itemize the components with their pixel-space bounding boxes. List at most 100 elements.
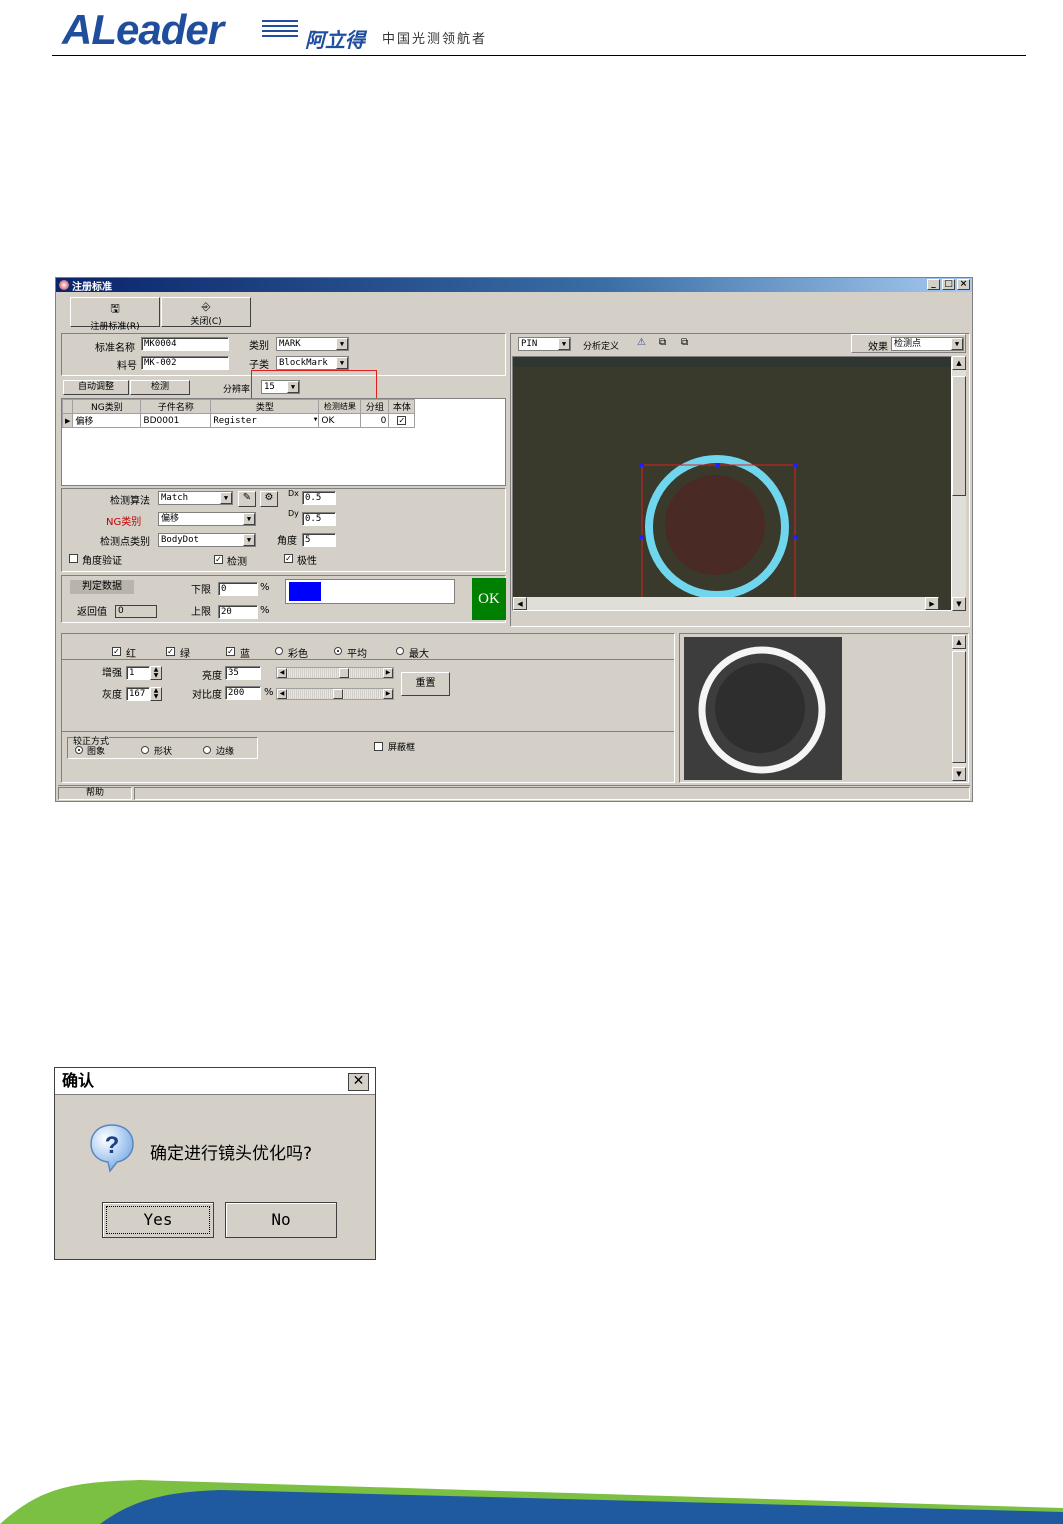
slider-right-icon[interactable]: ▶ (383, 668, 393, 678)
dark-center (665, 475, 765, 575)
tab-detect[interactable]: 检测 (130, 380, 190, 395)
mask-checkbox[interactable] (374, 742, 383, 751)
preview-scrollbar[interactable]: ▲ ▼ (952, 635, 966, 781)
yes-button[interactable]: Yes (102, 1202, 214, 1238)
chevron-down-icon[interactable]: ▼ (220, 492, 232, 504)
cell-ng[interactable]: 偏移 (72, 413, 142, 428)
pin-select[interactable]: PIN ▼ (518, 337, 571, 351)
gray-spinner[interactable]: ▲ ▼ (150, 687, 162, 701)
judge-data-tab[interactable]: 判定数据 (70, 580, 134, 594)
return-label: 返回值 (77, 607, 107, 618)
enhance-spinner[interactable]: ▲ ▼ (150, 666, 162, 680)
red-checkbox[interactable]: ✓ (112, 647, 121, 656)
copy-icon[interactable]: ⧉ (659, 337, 666, 348)
chevron-down-icon[interactable]: ▼ (558, 338, 570, 350)
dx-field[interactable]: 0.5 (302, 491, 336, 505)
close-button[interactable]: ⎆ 关闭(C) (161, 297, 251, 327)
col-name[interactable]: 子件名称 (140, 399, 212, 414)
point-type-select[interactable]: BodyDot ▼ (158, 533, 256, 547)
angle-verify-checkbox[interactable] (69, 554, 78, 563)
std-name-field[interactable]: MK0004 (141, 337, 229, 351)
col-body[interactable]: 本体 (388, 399, 416, 414)
polarity-checkbox[interactable]: ✓ (284, 554, 293, 563)
close-window-button[interactable]: × (957, 279, 970, 290)
col-ng[interactable]: NG类别 (72, 399, 142, 414)
brightness-slider[interactable]: ◀ ▶ (276, 667, 394, 679)
analysis-label: 分析定义 (583, 342, 620, 352)
col-result[interactable]: 检测结果 (318, 399, 362, 414)
chevron-down-icon[interactable]: ▼ (314, 416, 318, 423)
image-radio[interactable] (75, 746, 83, 754)
chevron-down-icon[interactable]: ▼ (243, 534, 255, 546)
chevron-down-icon[interactable]: ▼ (336, 357, 348, 369)
preview-panel: ▲ ▼ (679, 633, 969, 783)
part-no-field[interactable]: MK-002 (141, 356, 229, 370)
contrast-field[interactable]: 200 (225, 686, 261, 700)
chevron-down-icon[interactable]: ▼ (951, 338, 963, 350)
shape-radio[interactable] (141, 746, 149, 754)
detect-checkbox[interactable]: ✓ (214, 555, 223, 564)
cell-body[interactable]: ✓ (388, 413, 416, 428)
contrast-thumb[interactable] (333, 689, 343, 699)
effect-select[interactable]: 检测点 ▼ (891, 337, 964, 351)
maximize-button[interactable]: □ (942, 279, 955, 290)
algo-select[interactable]: Match ▼ (158, 491, 233, 505)
tab-auto-adjust[interactable]: 自动调整 (63, 380, 129, 395)
upper-field[interactable]: 20 (218, 605, 258, 619)
slider-left-icon[interactable]: ◀ (277, 689, 287, 699)
horizontal-scrollbar[interactable]: ◀ ▶ (513, 597, 939, 610)
scroll-down-icon[interactable]: ▼ (952, 597, 966, 611)
scroll-thumb[interactable] (952, 651, 966, 763)
dy-field[interactable]: 0.5 (302, 512, 336, 526)
wand-tool-button[interactable]: ✎ (238, 491, 256, 507)
average-radio[interactable] (334, 647, 342, 655)
enhance-field[interactable]: 1 (126, 666, 150, 680)
vertical-scrollbar[interactable]: ▲ ▼ (952, 356, 966, 611)
slider-left-icon[interactable]: ◀ (277, 668, 287, 678)
scroll-right-icon[interactable]: ▶ (925, 597, 939, 610)
contrast-slider[interactable]: ◀ ▶ (276, 688, 394, 700)
scroll-down-icon[interactable]: ▼ (952, 767, 966, 781)
col-group[interactable]: 分组 (360, 399, 390, 414)
body-checkbox[interactable]: ✓ (397, 415, 407, 425)
settings-tool-button[interactable]: ⚙ (260, 491, 278, 507)
brightness-field[interactable]: 35 (225, 666, 261, 680)
ng-label: NG类别 (106, 517, 142, 528)
scroll-up-icon[interactable]: ▲ (952, 356, 966, 370)
category-select[interactable]: MARK ▼ (276, 337, 349, 351)
analysis-tool-icon[interactable]: ⚠ (637, 337, 646, 348)
cell-name[interactable]: BD0001 (140, 413, 212, 428)
dialog-close-button[interactable]: ✕ (348, 1073, 369, 1091)
image-canvas[interactable]: ◀ ▶ (512, 356, 952, 611)
green-checkbox[interactable]: ✓ (166, 647, 175, 656)
register-button[interactable]: 🖫 注册标准(R) (70, 297, 160, 332)
scroll-thumb[interactable] (952, 376, 966, 496)
lower-field[interactable]: 0 (218, 582, 258, 596)
paste-icon[interactable]: ⧉ (681, 337, 688, 348)
gray-field[interactable]: 167 (126, 687, 150, 701)
reset-button[interactable]: 重置 (401, 672, 450, 696)
point-type-label: 检测点类别 (100, 537, 150, 548)
help-status[interactable]: 帮助 (58, 787, 132, 800)
color-radio[interactable] (275, 647, 283, 655)
scroll-left-icon[interactable]: ◀ (513, 597, 527, 610)
minimize-button[interactable]: _ (927, 279, 940, 290)
blue-checkbox[interactable]: ✓ (226, 647, 235, 656)
app-icon (59, 280, 69, 290)
cell-type[interactable]: Register ▼ (210, 413, 320, 428)
col-type[interactable]: 类型 (210, 399, 320, 414)
scroll-up-icon[interactable]: ▲ (952, 635, 966, 649)
chevron-down-icon[interactable]: ▼ (336, 338, 348, 350)
table-row[interactable]: ▶ 偏移 BD0001 Register ▼ OK 0 ✓ (61, 413, 416, 428)
edge-radio[interactable] (203, 746, 211, 754)
angle-field[interactable]: 5 (302, 533, 336, 547)
angle-label: 角度 (277, 536, 297, 547)
max-radio[interactable] (396, 647, 404, 655)
upper-pct: % (260, 605, 270, 616)
no-button[interactable]: No (225, 1202, 337, 1238)
chevron-down-icon[interactable]: ▼ (243, 513, 255, 525)
ng-select[interactable]: 偏移 ▼ (158, 512, 256, 526)
brightness-thumb[interactable] (339, 668, 349, 678)
slider-right-icon[interactable]: ▶ (383, 689, 393, 699)
subclass-select[interactable]: BlockMark ▼ (276, 356, 349, 370)
